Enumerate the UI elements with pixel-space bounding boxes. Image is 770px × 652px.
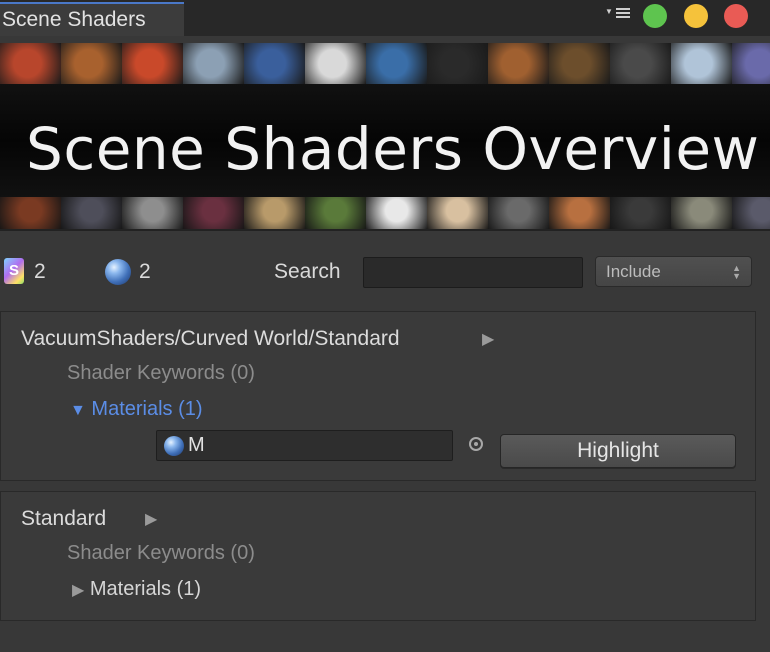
play-triangle-icon[interactable]: ▶ [145, 509, 157, 529]
banner-thumbnail [305, 197, 366, 231]
shader-count: 2 [34, 260, 46, 283]
banner-thumbnail [183, 43, 244, 84]
play-triangle-icon[interactable]: ▶ [482, 329, 494, 349]
foldout-closed-icon: ▶ [72, 582, 85, 599]
banner-thumbnail [244, 197, 305, 231]
banner-thumbnail [427, 197, 488, 231]
banner-title: Scene Shaders Overview [26, 115, 760, 183]
banner-thumbnail [610, 43, 671, 84]
banner-thumbnail [244, 43, 305, 84]
banner-thumbnail [305, 43, 366, 84]
shader-keywords[interactable]: Shader Keywords (0) [67, 362, 255, 385]
materials-label: Materials (1) [91, 398, 203, 420]
shader-icon: S [4, 258, 24, 284]
materials-foldout[interactable]: ▼ Materials (1) [70, 398, 203, 421]
banner-thumbnail [549, 197, 610, 231]
banner-thumbnail [122, 43, 183, 84]
banner-thumbnail [427, 43, 488, 84]
banner-thumbnail [671, 197, 732, 231]
overview-banner: Scene Shaders Overview [0, 43, 770, 231]
banner-thumbnail [0, 197, 61, 231]
shader-name: VacuumShaders/Curved World/Standard [21, 327, 400, 350]
search-input[interactable] [363, 257, 583, 288]
banner-thumbnail [0, 43, 61, 84]
window-red-button[interactable] [724, 4, 748, 28]
foldout-open-icon: ▼ [70, 402, 86, 419]
banner-thumbnail [732, 197, 770, 231]
banner-thumbnail [549, 43, 610, 84]
banner-thumbnail [488, 197, 549, 231]
tab-scene-shaders[interactable]: Scene Shaders [0, 2, 184, 36]
material-object-field[interactable]: M [156, 430, 453, 461]
material-count: 2 [139, 260, 151, 283]
banner-thumbnail [488, 43, 549, 84]
filter-select-value: Include [606, 262, 661, 281]
filter-select[interactable]: Include ▲ ▼ [595, 256, 752, 287]
select-arrows-icon: ▲ ▼ [732, 263, 741, 281]
materials-foldout[interactable]: ▶ Materials (1) [72, 578, 201, 601]
object-picker-icon[interactable] [469, 437, 483, 451]
banner-thumbnail [183, 197, 244, 231]
banner-thumbnail [732, 43, 770, 84]
window-titlebar: Scene Shaders ▼ [0, 0, 770, 36]
search-label: Search [274, 260, 341, 283]
banner-thumbnail [610, 197, 671, 231]
menu-icon[interactable]: ▼ [605, 6, 635, 20]
banner-thumbnail [61, 43, 122, 84]
banner-thumbnail [61, 197, 122, 231]
banner-divider [0, 229, 770, 231]
window-green-button[interactable] [643, 4, 667, 28]
materials-label: Materials (1) [89, 578, 202, 600]
banner-thumbnail [122, 197, 183, 231]
shader-keywords[interactable]: Shader Keywords (0) [67, 542, 255, 565]
shader-name: Standard [21, 507, 107, 530]
highlight-button[interactable]: Highlight [500, 434, 736, 468]
banner-thumbnail [671, 43, 732, 84]
banner-thumbnail [366, 197, 427, 231]
material-sphere-icon [105, 259, 131, 285]
window-yellow-button[interactable] [684, 4, 708, 28]
banner-thumbnail [366, 43, 427, 84]
material-sphere-icon [164, 436, 184, 456]
material-name: M [188, 434, 205, 456]
